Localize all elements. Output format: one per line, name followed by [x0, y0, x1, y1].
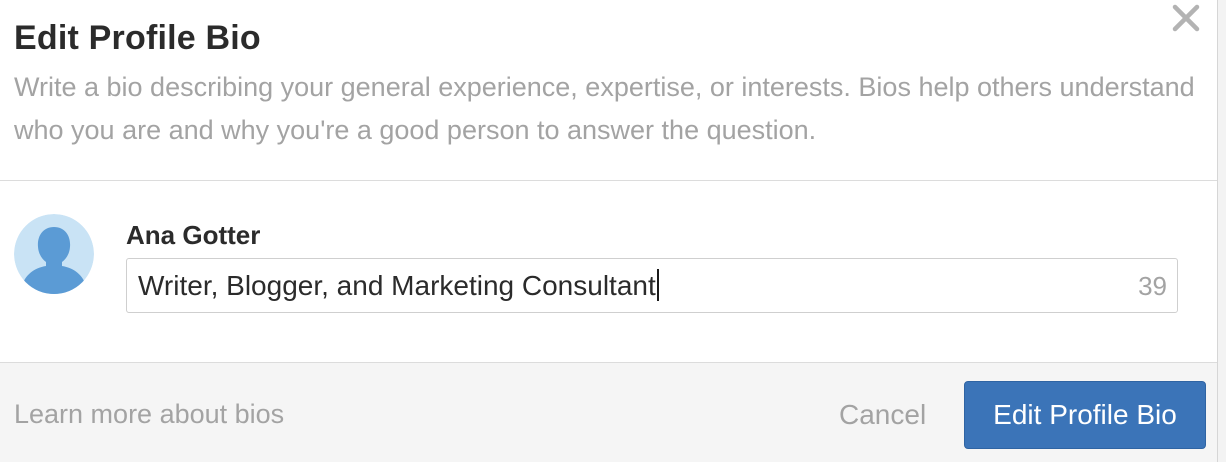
dialog-description: Write a bio describing your general expe… [14, 72, 1195, 145]
dialog-footer: Learn more about bios Cancel Edit Profil… [0, 362, 1217, 462]
user-name: Ana Gotter [126, 220, 261, 250]
learn-more-link[interactable]: Learn more about bios [14, 399, 284, 430]
dialog-title: Edit Profile Bio [14, 19, 261, 57]
close-button[interactable] [1170, 2, 1202, 34]
dialog-body: Ana Gotter Writer, Blogger, and Marketin… [0, 182, 1217, 362]
text-caret [656, 269, 659, 301]
close-icon [1172, 4, 1200, 32]
user-avatar-icon [14, 214, 94, 294]
bio-input[interactable]: Writer, Blogger, and Marketing Consultan… [126, 258, 1178, 313]
bio-input-value[interactable]: Writer, Blogger, and Marketing Consultan… [138, 269, 659, 302]
avatar [14, 214, 94, 294]
character-count: 39 [1138, 271, 1167, 301]
edit-profile-bio-button[interactable]: Edit Profile Bio [964, 381, 1206, 449]
background-page-edge [1217, 0, 1226, 462]
edit-profile-bio-dialog: Edit Profile Bio Write a bio describing … [0, 0, 1226, 462]
cancel-button[interactable]: Cancel [839, 399, 926, 431]
dialog-header: Edit Profile Bio Write a bio describing … [0, 0, 1217, 181]
